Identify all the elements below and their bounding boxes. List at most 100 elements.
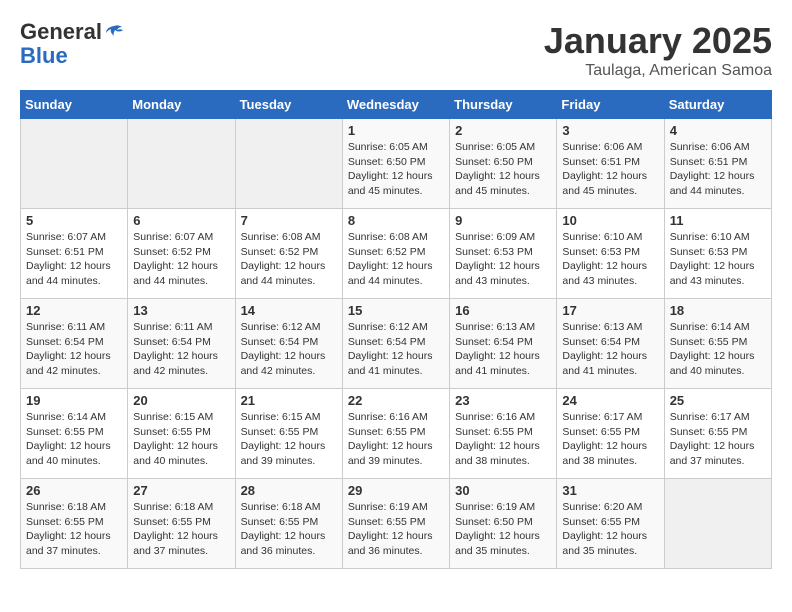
day-info: Sunrise: 6:07 AM Sunset: 6:52 PM Dayligh…	[133, 230, 229, 289]
day-info: Sunrise: 6:17 AM Sunset: 6:55 PM Dayligh…	[670, 410, 766, 469]
day-number: 31	[562, 483, 658, 498]
calendar-cell: 1 Sunrise: 6:05 AM Sunset: 6:50 PM Daylig…	[342, 119, 449, 209]
calendar-cell: 15Sunrise: 6:12 AM Sunset: 6:54 PM Dayli…	[342, 299, 449, 389]
day-info: Sunrise: 6:08 AM Sunset: 6:52 PM Dayligh…	[241, 230, 337, 289]
day-number: 13	[133, 303, 229, 318]
day-info: Sunrise: 6:11 AM Sunset: 6:54 PM Dayligh…	[133, 320, 229, 379]
calendar-header-row: SundayMondayTuesdayWednesdayThursdayFrid…	[21, 91, 772, 119]
day-number: 29	[348, 483, 444, 498]
day-number: 7	[241, 213, 337, 228]
calendar-cell: 7 Sunrise: 6:08 AM Sunset: 6:52 PM Daylig…	[235, 209, 342, 299]
day-number: 2	[455, 123, 551, 138]
day-number: 19	[26, 393, 122, 408]
day-number: 14	[241, 303, 337, 318]
calendar-cell: 8 Sunrise: 6:08 AM Sunset: 6:52 PM Daylig…	[342, 209, 449, 299]
calendar-cell	[21, 119, 128, 209]
calendar-cell: 18 Sunrise: 6:14 AM Sunset: 6:55 PM Dayli…	[664, 299, 771, 389]
calendar-header-tuesday: Tuesday	[235, 91, 342, 119]
calendar-cell	[128, 119, 235, 209]
day-info: Sunrise: 6:06 AM Sunset: 6:51 PM Dayligh…	[670, 140, 766, 199]
calendar-cell: 14 Sunrise: 6:12 AM Sunset: 6:54 PM Dayli…	[235, 299, 342, 389]
calendar-cell: 4Sunrise: 6:06 AM Sunset: 6:51 PM Daylig…	[664, 119, 771, 209]
day-number: 20	[133, 393, 229, 408]
calendar-cell: 2 Sunrise: 6:05 AM Sunset: 6:50 PM Daylig…	[450, 119, 557, 209]
day-info: Sunrise: 6:19 AM Sunset: 6:50 PM Dayligh…	[455, 500, 551, 559]
calendar-cell	[664, 479, 771, 569]
day-number: 28	[241, 483, 337, 498]
calendar-cell: 24 Sunrise: 6:17 AM Sunset: 6:55 PM Dayli…	[557, 389, 664, 479]
calendar-header-monday: Monday	[128, 91, 235, 119]
day-info: Sunrise: 6:13 AM Sunset: 6:54 PM Dayligh…	[455, 320, 551, 379]
day-number: 22	[348, 393, 444, 408]
day-info: Sunrise: 6:17 AM Sunset: 6:55 PM Dayligh…	[562, 410, 658, 469]
location-subtitle: Taulaga, American Samoa	[544, 62, 772, 80]
day-number: 1	[348, 123, 444, 138]
logo-general: General	[20, 19, 102, 44]
calendar-cell: 11Sunrise: 6:10 AM Sunset: 6:53 PM Dayli…	[664, 209, 771, 299]
day-info: Sunrise: 6:16 AM Sunset: 6:55 PM Dayligh…	[348, 410, 444, 469]
day-info: Sunrise: 6:12 AM Sunset: 6:54 PM Dayligh…	[348, 320, 444, 379]
calendar-cell: 12Sunrise: 6:11 AM Sunset: 6:54 PM Dayli…	[21, 299, 128, 389]
calendar-cell: 30Sunrise: 6:19 AM Sunset: 6:50 PM Dayli…	[450, 479, 557, 569]
day-number: 23	[455, 393, 551, 408]
day-info: Sunrise: 6:14 AM Sunset: 6:55 PM Dayligh…	[670, 320, 766, 379]
calendar-week-row: 5 Sunrise: 6:07 AM Sunset: 6:51 PM Daylig…	[21, 209, 772, 299]
calendar-cell: 27Sunrise: 6:18 AM Sunset: 6:55 PM Dayli…	[128, 479, 235, 569]
calendar-cell: 26 Sunrise: 6:18 AM Sunset: 6:55 PM Dayli…	[21, 479, 128, 569]
day-number: 24	[562, 393, 658, 408]
calendar-header-wednesday: Wednesday	[342, 91, 449, 119]
day-info: Sunrise: 6:05 AM Sunset: 6:50 PM Dayligh…	[455, 140, 551, 199]
day-info: Sunrise: 6:06 AM Sunset: 6:51 PM Dayligh…	[562, 140, 658, 199]
day-info: Sunrise: 6:15 AM Sunset: 6:55 PM Dayligh…	[133, 410, 229, 469]
calendar-cell: 22 Sunrise: 6:16 AM Sunset: 6:55 PM Dayli…	[342, 389, 449, 479]
day-info: Sunrise: 6:18 AM Sunset: 6:55 PM Dayligh…	[241, 500, 337, 559]
month-title: January 2025	[544, 20, 772, 62]
logo-blue: Blue	[20, 44, 124, 68]
day-number: 27	[133, 483, 229, 498]
calendar-cell: 13 Sunrise: 6:11 AM Sunset: 6:54 PM Dayli…	[128, 299, 235, 389]
calendar-table: SundayMondayTuesdayWednesdayThursdayFrid…	[20, 90, 772, 569]
day-info: Sunrise: 6:20 AM Sunset: 6:55 PM Dayligh…	[562, 500, 658, 559]
logo: General Blue	[20, 20, 124, 68]
day-number: 11	[670, 213, 766, 228]
calendar-cell: 20 Sunrise: 6:15 AM Sunset: 6:55 PM Dayli…	[128, 389, 235, 479]
title-block: January 2025 Taulaga, American Samoa	[544, 20, 772, 80]
calendar-cell: 28 Sunrise: 6:18 AM Sunset: 6:55 PM Dayli…	[235, 479, 342, 569]
day-info: Sunrise: 6:18 AM Sunset: 6:55 PM Dayligh…	[26, 500, 122, 559]
day-info: Sunrise: 6:07 AM Sunset: 6:51 PM Dayligh…	[26, 230, 122, 289]
day-info: Sunrise: 6:08 AM Sunset: 6:52 PM Dayligh…	[348, 230, 444, 289]
day-info: Sunrise: 6:05 AM Sunset: 6:50 PM Dayligh…	[348, 140, 444, 199]
calendar-cell: 21 Sunrise: 6:15 AM Sunset: 6:55 PM Dayli…	[235, 389, 342, 479]
calendar-header-saturday: Saturday	[664, 91, 771, 119]
day-number: 21	[241, 393, 337, 408]
day-info: Sunrise: 6:12 AM Sunset: 6:54 PM Dayligh…	[241, 320, 337, 379]
day-number: 26	[26, 483, 122, 498]
day-number: 18	[670, 303, 766, 318]
calendar-cell: 17 Sunrise: 6:13 AM Sunset: 6:54 PM Dayli…	[557, 299, 664, 389]
calendar-week-row: 12Sunrise: 6:11 AM Sunset: 6:54 PM Dayli…	[21, 299, 772, 389]
day-info: Sunrise: 6:09 AM Sunset: 6:53 PM Dayligh…	[455, 230, 551, 289]
calendar-cell: 19 Sunrise: 6:14 AM Sunset: 6:55 PM Dayli…	[21, 389, 128, 479]
calendar-cell: 10Sunrise: 6:10 AM Sunset: 6:53 PM Dayli…	[557, 209, 664, 299]
logo-bird-icon	[104, 24, 124, 42]
day-number: 10	[562, 213, 658, 228]
calendar-cell: 9Sunrise: 6:09 AM Sunset: 6:53 PM Daylig…	[450, 209, 557, 299]
calendar-cell: 3Sunrise: 6:06 AM Sunset: 6:51 PM Daylig…	[557, 119, 664, 209]
day-info: Sunrise: 6:14 AM Sunset: 6:55 PM Dayligh…	[26, 410, 122, 469]
day-info: Sunrise: 6:19 AM Sunset: 6:55 PM Dayligh…	[348, 500, 444, 559]
calendar-cell: 5 Sunrise: 6:07 AM Sunset: 6:51 PM Daylig…	[21, 209, 128, 299]
day-info: Sunrise: 6:15 AM Sunset: 6:55 PM Dayligh…	[241, 410, 337, 469]
day-info: Sunrise: 6:13 AM Sunset: 6:54 PM Dayligh…	[562, 320, 658, 379]
day-number: 8	[348, 213, 444, 228]
day-number: 16	[455, 303, 551, 318]
day-number: 25	[670, 393, 766, 408]
calendar-week-row: 19 Sunrise: 6:14 AM Sunset: 6:55 PM Dayli…	[21, 389, 772, 479]
calendar-cell: 31 Sunrise: 6:20 AM Sunset: 6:55 PM Dayli…	[557, 479, 664, 569]
calendar-cell	[235, 119, 342, 209]
calendar-header-sunday: Sunday	[21, 91, 128, 119]
calendar-header-friday: Friday	[557, 91, 664, 119]
day-number: 5	[26, 213, 122, 228]
day-number: 17	[562, 303, 658, 318]
day-info: Sunrise: 6:11 AM Sunset: 6:54 PM Dayligh…	[26, 320, 122, 379]
calendar-cell: 25 Sunrise: 6:17 AM Sunset: 6:55 PM Dayli…	[664, 389, 771, 479]
